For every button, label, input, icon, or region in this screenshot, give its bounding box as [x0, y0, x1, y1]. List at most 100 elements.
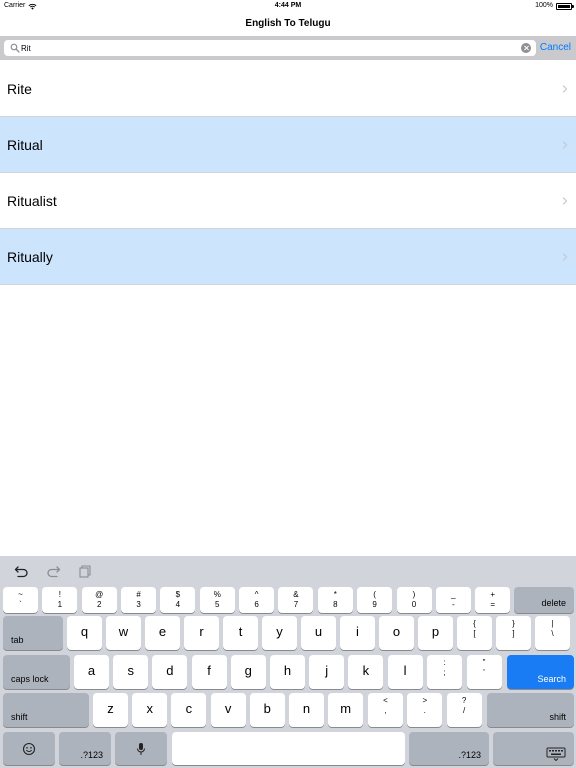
key-label: v	[224, 701, 232, 716]
key-6-6[interactable]: ^ 6	[239, 587, 275, 613]
key-f[interactable]: f	[191, 655, 227, 689]
status-bar: Carrier 4:44 PM 100%	[0, 0, 576, 12]
emoji-key[interactable]	[3, 732, 55, 765]
key-w[interactable]: w	[106, 616, 141, 650]
redo-icon[interactable]	[45, 564, 61, 578]
key-p[interactable]: p	[418, 616, 453, 650]
key-u[interactable]: u	[301, 616, 336, 650]
key-label: p	[431, 624, 440, 639]
key-label: =	[490, 600, 496, 609]
key-label: d	[166, 663, 174, 678]
key-7-7[interactable]: & 7	[278, 587, 314, 613]
key-symbol-0[interactable]: {[	[457, 616, 492, 650]
key-shift-label: {	[473, 619, 476, 628]
key-e[interactable]: e	[145, 616, 180, 650]
numbers-key-left[interactable]: .?123	[59, 732, 111, 765]
key-5-5[interactable]: % 5	[199, 587, 235, 613]
dictation-key[interactable]	[115, 732, 167, 765]
search-field[interactable]	[4, 40, 536, 56]
search-input[interactable]	[21, 41, 511, 55]
key-4-4[interactable]: $4	[160, 587, 196, 613]
key-label: shift	[549, 712, 566, 722]
key-z[interactable]: z	[93, 693, 128, 727]
key-8-8[interactable]: * 8	[317, 587, 353, 613]
key-l[interactable]: l	[387, 655, 423, 689]
key-a[interactable]: a	[74, 655, 109, 689]
key-h[interactable]: h	[270, 655, 305, 689]
paste-icon[interactable]	[76, 564, 92, 578]
key--12[interactable]: + =	[475, 587, 511, 613]
clear-icon[interactable]	[521, 43, 531, 53]
key-k[interactable]: k	[348, 655, 384, 689]
key-o[interactable]: o	[379, 616, 414, 650]
key-label: 7	[293, 600, 299, 609]
key-punct2-1[interactable]: >.	[407, 693, 443, 727]
key-symbol-1[interactable]: }]	[496, 616, 531, 650]
key-r[interactable]: r	[184, 616, 219, 650]
key-label: i	[356, 624, 359, 639]
key--0[interactable]: ~ `	[3, 587, 38, 613]
caps-lock-key[interactable]: caps lock	[3, 655, 70, 689]
key-label: k	[362, 663, 370, 678]
key-i[interactable]: i	[340, 616, 375, 650]
shift-key-right[interactable]: shift	[487, 693, 574, 727]
tab-key[interactable]: tab	[3, 616, 63, 650]
key-3-3[interactable]: #3	[121, 587, 157, 613]
key-n[interactable]: n	[289, 693, 324, 727]
key-label: 9	[372, 600, 377, 609]
key-punct-0[interactable]: :;	[427, 655, 462, 689]
key-0-10[interactable]: ) 0	[396, 587, 432, 613]
key-q[interactable]: q	[67, 616, 102, 650]
key-1-1[interactable]: ! 1	[42, 587, 78, 613]
key-punct2-2[interactable]: ? /	[446, 693, 482, 727]
chevron-right-icon	[562, 253, 568, 261]
key-shift-label: $	[175, 590, 181, 599]
result-row[interactable]: Ritualist	[0, 173, 576, 229]
key-shift-label: _	[451, 590, 456, 599]
key-label: delete	[541, 598, 566, 608]
undo-icon[interactable]	[14, 564, 30, 578]
key-shift-label: |	[551, 619, 554, 628]
key-v[interactable]: v	[210, 693, 246, 727]
key-y[interactable]: y	[262, 616, 297, 650]
numbers-key-right[interactable]: .?123	[409, 732, 489, 765]
key--11[interactable]: _ -	[435, 587, 471, 613]
key-j[interactable]: j	[309, 655, 345, 689]
key-2-2[interactable]: @2	[81, 587, 117, 613]
key-label: 1	[57, 600, 63, 609]
hide-keyboard-key[interactable]	[493, 732, 574, 765]
search-bar: Cancel	[0, 36, 576, 60]
key-label: tab	[11, 635, 24, 645]
result-row[interactable]: Ritually	[0, 229, 576, 285]
shift-key-left[interactable]: shift	[3, 693, 89, 727]
key-shift-label: :	[443, 658, 446, 667]
key-g[interactable]: g	[230, 655, 266, 689]
key-shift-label: "	[482, 658, 486, 667]
shortcut-bar	[0, 556, 576, 584]
key-punct-1[interactable]: " '	[466, 655, 502, 689]
cancel-button[interactable]: Cancel	[540, 40, 571, 56]
key-label: 6	[254, 600, 259, 609]
key-t[interactable]: t	[223, 616, 258, 650]
key-s[interactable]: s	[113, 655, 149, 689]
key-punct2-0[interactable]: <,	[368, 693, 403, 727]
search-key[interactable]: Search	[507, 655, 574, 689]
key-symbol-2[interactable]: | \	[535, 616, 570, 650]
key-label: a	[87, 663, 96, 678]
result-row[interactable]: Ritual	[0, 117, 576, 173]
key-label: 0	[411, 600, 417, 609]
key-d[interactable]: d	[152, 655, 188, 689]
key-9-9[interactable]: (9	[357, 587, 393, 613]
result-row[interactable]: Rite	[0, 61, 576, 117]
key-c[interactable]: c	[171, 693, 207, 727]
delete-key[interactable]: delete	[514, 587, 574, 613]
key-x[interactable]: x	[132, 693, 168, 727]
space-key[interactable]	[172, 732, 405, 765]
key-label: o	[392, 624, 401, 639]
key-label: .?123	[80, 750, 103, 760]
key-m[interactable]: m	[328, 693, 364, 727]
key-shift-label: +	[490, 590, 496, 599]
status-right: 100%	[535, 0, 574, 12]
key-shift-label: &	[293, 590, 299, 599]
key-b[interactable]: b	[249, 693, 285, 727]
